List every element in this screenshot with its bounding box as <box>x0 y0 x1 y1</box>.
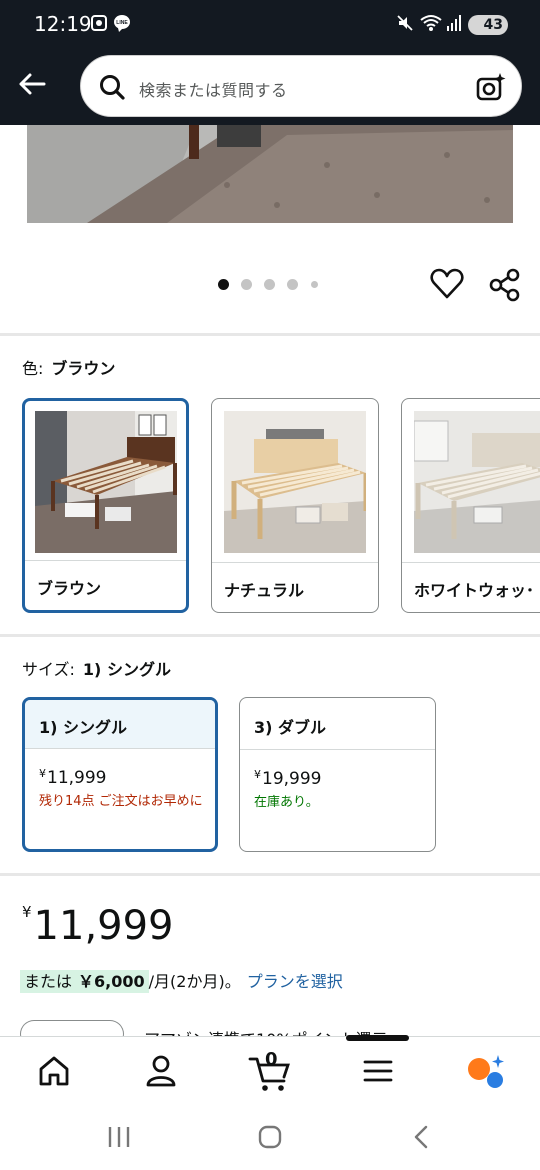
line-app-icon: LINE <box>113 14 131 36</box>
system-navigation-bar <box>0 1102 540 1170</box>
currency-symbol: ¥ <box>22 903 32 921</box>
color-selected-value: ブラウン <box>51 359 116 378</box>
nav-tab-indicator <box>346 1035 409 1041</box>
product-image[interactable] <box>27 125 513 223</box>
installment-offer: または ￥6,000/月(2か月)。 プランを選択 <box>20 968 343 993</box>
heart-icon[interactable] <box>430 268 464 304</box>
carousel-dot[interactable] <box>264 279 275 290</box>
installment-suffix: /月(2か月)。 <box>148 972 241 991</box>
size-option-single[interactable]: 1) シングル ¥11,999 残り14点 ご注文はお早めに <box>22 697 218 852</box>
cart-icon[interactable]: 0 <box>248 1049 292 1091</box>
size-option-price: ¥11,999 <box>39 767 215 788</box>
menu-icon[interactable] <box>360 1053 396 1089</box>
size-option-double[interactable]: 3) ダブル ¥19,999 在庫あり。 <box>239 697 436 852</box>
account-icon[interactable] <box>143 1053 179 1089</box>
size-option-name: 3) ダブル <box>240 698 435 750</box>
share-icon[interactable] <box>488 268 522 306</box>
svg-text:LINE: LINE <box>116 20 128 26</box>
currency-symbol: ¥ <box>39 767 46 780</box>
product-price: ¥11,999 <box>22 903 174 949</box>
home-button-icon[interactable] <box>257 1124 283 1154</box>
search-placeholder: 検索または質問する <box>139 81 288 100</box>
section-divider <box>0 333 540 336</box>
color-option-natural[interactable]: ナチュラル <box>211 398 379 613</box>
color-option-image <box>413 411 540 553</box>
select-plan-link[interactable]: プランを選択 <box>247 972 343 991</box>
size-option-price-value: 11,999 <box>47 768 107 788</box>
color-option-brown[interactable]: ブラウン <box>22 398 189 613</box>
wifi-icon <box>420 14 442 36</box>
cart-count: 0 <box>265 1049 278 1070</box>
carousel-dot[interactable] <box>241 279 252 290</box>
recent-apps-icon[interactable] <box>106 1124 132 1154</box>
color-option-image <box>35 411 177 553</box>
color-option-label: ナチュラル <box>212 562 378 612</box>
color-option-image <box>224 411 369 553</box>
section-divider <box>0 873 540 876</box>
size-selected-value: 1) シングル <box>82 660 171 679</box>
size-label: サイズ: <box>22 660 75 679</box>
rufus-icon[interactable] <box>466 1053 506 1089</box>
size-option-stock: 残り14点 ご注文はお早めに <box>39 794 203 809</box>
mute-icon <box>396 14 414 36</box>
color-label-row: 色: ブラウン <box>22 355 115 379</box>
app-header: 検索または質問する <box>0 50 540 125</box>
color-option-label: ホワイトウォッ･ <box>402 562 540 612</box>
search-bar[interactable]: 検索または質問する <box>80 55 522 117</box>
carousel-dot[interactable] <box>287 279 298 290</box>
currency-symbol: ¥ <box>254 768 261 781</box>
section-divider <box>0 634 540 637</box>
back-button-icon[interactable] <box>408 1124 434 1154</box>
battery-indicator: 43 <box>468 15 508 35</box>
camera-search-icon[interactable] <box>475 71 507 107</box>
color-option-label: ブラウン <box>25 560 186 610</box>
size-option-name: 1) シングル <box>25 700 215 749</box>
color-option-white-wash[interactable]: ホワイトウォッ･ <box>401 398 540 613</box>
product-price-value: 11,999 <box>33 903 174 949</box>
carousel-dot[interactable] <box>218 279 229 290</box>
search-icon <box>98 73 126 105</box>
size-option-price: ¥19,999 <box>254 768 435 789</box>
size-label-row: サイズ: 1) シングル <box>22 656 171 680</box>
size-option-price-value: 19,999 <box>262 769 322 789</box>
bottom-navigation: 0 <box>0 1036 540 1102</box>
color-label: 色: <box>22 359 44 378</box>
home-icon[interactable] <box>36 1053 72 1089</box>
status-time: 12:19 <box>34 12 92 36</box>
signal-icon <box>446 14 462 36</box>
carousel-dot[interactable] <box>311 281 318 288</box>
screenshot-icon <box>90 14 108 36</box>
battery-level: 43 <box>483 17 503 33</box>
installment-prefix: または <box>24 972 73 991</box>
installment-highlight: または ￥6,000 <box>20 970 149 993</box>
installment-amount: ￥6,000 <box>78 972 145 991</box>
back-arrow-icon[interactable] <box>14 66 50 102</box>
status-bar: 12:19 LINE 43 <box>0 0 540 50</box>
size-option-stock: 在庫あり。 <box>254 795 319 810</box>
